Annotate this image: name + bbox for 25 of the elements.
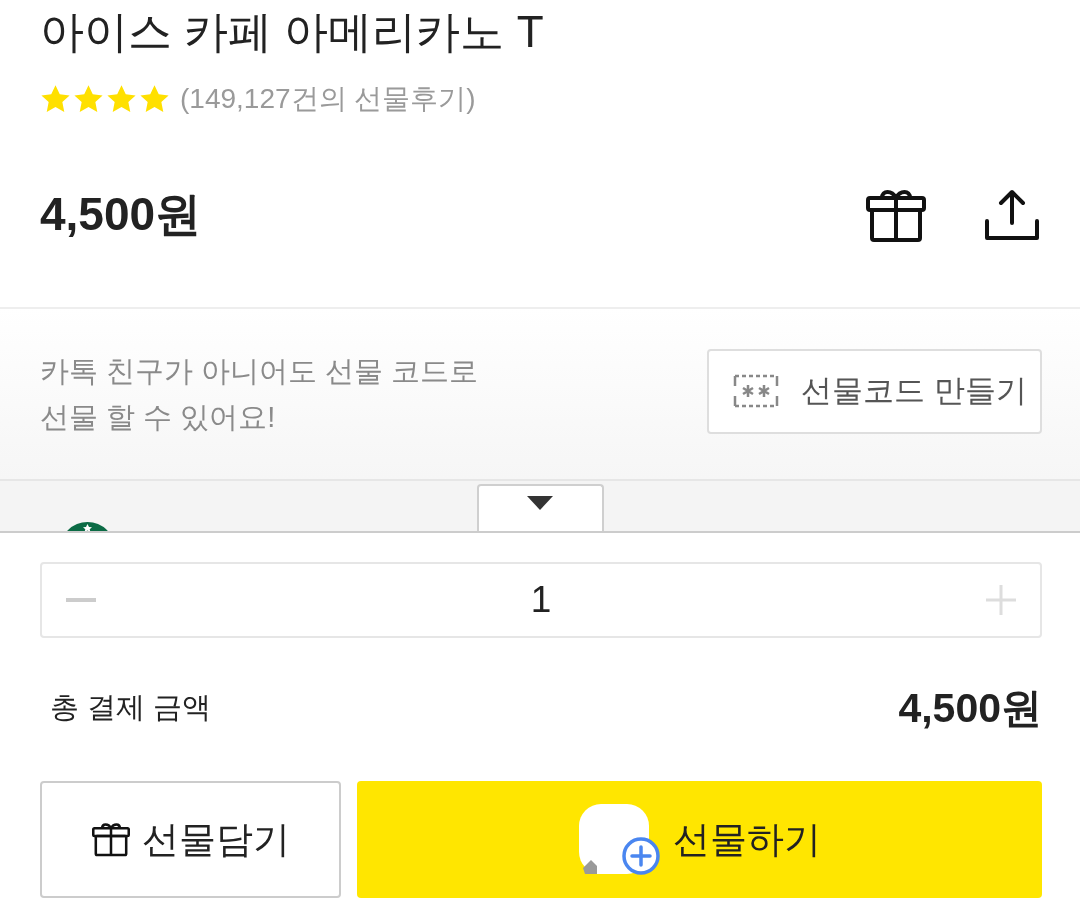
- star-icon: [106, 84, 137, 114]
- product-price: 4,500원: [40, 187, 202, 242]
- create-gift-code-button[interactable]: 선물코드 만들기: [707, 348, 1042, 434]
- collapse-tab[interactable]: [476, 484, 604, 531]
- ticket-icon: [733, 374, 779, 408]
- share-button[interactable]: [984, 189, 1040, 241]
- star-icon: [73, 84, 104, 114]
- plus-icon: [986, 585, 1016, 615]
- product-title: 아이스 카페 아메리카노 T: [40, 6, 545, 58]
- gift-code-message: 카톡 친구가 아니어도 선물 코드로 선물 할 수 있어요!: [40, 354, 479, 435]
- minus-icon: [66, 598, 96, 602]
- star-icon: [40, 84, 71, 114]
- caret-down-icon: [527, 495, 553, 510]
- gift-icon: [866, 188, 926, 242]
- star-icon: [139, 84, 170, 114]
- send-gift-button[interactable]: 선물하기: [357, 781, 1042, 898]
- gift-icon: [91, 822, 130, 857]
- share-icon: [984, 189, 1040, 241]
- add-gift-button[interactable]: 선물담기: [40, 781, 341, 898]
- gift-button[interactable]: [866, 188, 926, 242]
- review-count: (149,127건의 선물후기): [180, 82, 476, 116]
- floating-bubble-icon: [578, 803, 661, 876]
- total-amount: 4,500원: [898, 683, 1042, 733]
- quantity-value: 1: [530, 579, 552, 621]
- total-label: 총 결제 금액: [50, 690, 212, 725]
